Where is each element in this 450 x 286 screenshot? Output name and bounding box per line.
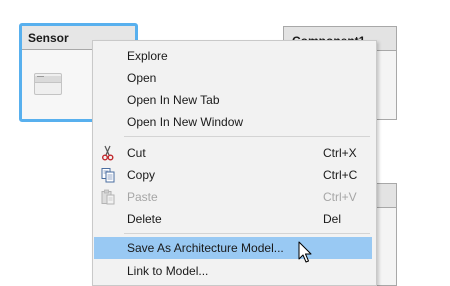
mouse-pointer-icon: [298, 241, 314, 265]
menu-item-label: Explore: [127, 49, 168, 63]
block-thumbnail-icon: [34, 73, 62, 95]
menu-item-label: Open: [127, 71, 157, 85]
menu-item-open-in-new-tab[interactable]: Open In New Tab: [94, 89, 372, 111]
menu-item-copy[interactable]: Copy Ctrl+C: [94, 164, 372, 186]
menu-item-shortcut: Del: [323, 212, 342, 226]
menu-item-open[interactable]: Open: [94, 67, 372, 89]
menu-item-explore[interactable]: Explore: [94, 45, 372, 67]
menu-item-shortcut: Ctrl+C: [323, 168, 358, 182]
diagram-canvas[interactable]: Sensor Component1 Explore Open Open In N…: [0, 0, 450, 286]
menu-item-shortcut: Ctrl+V: [323, 190, 357, 204]
menu-item-delete[interactable]: Delete Del: [94, 208, 372, 230]
menu-item-label: Paste: [127, 190, 158, 204]
menu-item-label: Open In New Tab: [127, 93, 220, 107]
menu-item-shortcut: Ctrl+X: [323, 146, 357, 160]
menu-item-save-as-architecture-model[interactable]: Save As Architecture Model...: [94, 237, 372, 259]
menu-separator: [124, 233, 370, 234]
menu-separator: [124, 136, 370, 137]
context-menu: Explore Open Open In New Tab Open In New…: [92, 40, 377, 286]
scissors-icon: [100, 145, 116, 161]
menu-item-cut[interactable]: Cut Ctrl+X: [94, 142, 372, 164]
menu-item-label: Link to Model...: [127, 264, 209, 278]
menu-item-label: Open In New Window: [127, 115, 244, 129]
menu-item-label: Save As Architecture Model...: [127, 241, 284, 255]
menu-item-paste: Paste Ctrl+V: [94, 186, 372, 208]
menu-item-label: Delete: [127, 212, 162, 226]
menu-item-label: Copy: [127, 168, 156, 182]
menu-item-link-to-model[interactable]: Link to Model...: [94, 260, 372, 282]
copy-icon: [100, 167, 116, 183]
paste-icon: [100, 189, 116, 205]
menu-item-open-in-new-window[interactable]: Open In New Window: [94, 111, 372, 133]
menu-item-label: Cut: [127, 146, 146, 160]
